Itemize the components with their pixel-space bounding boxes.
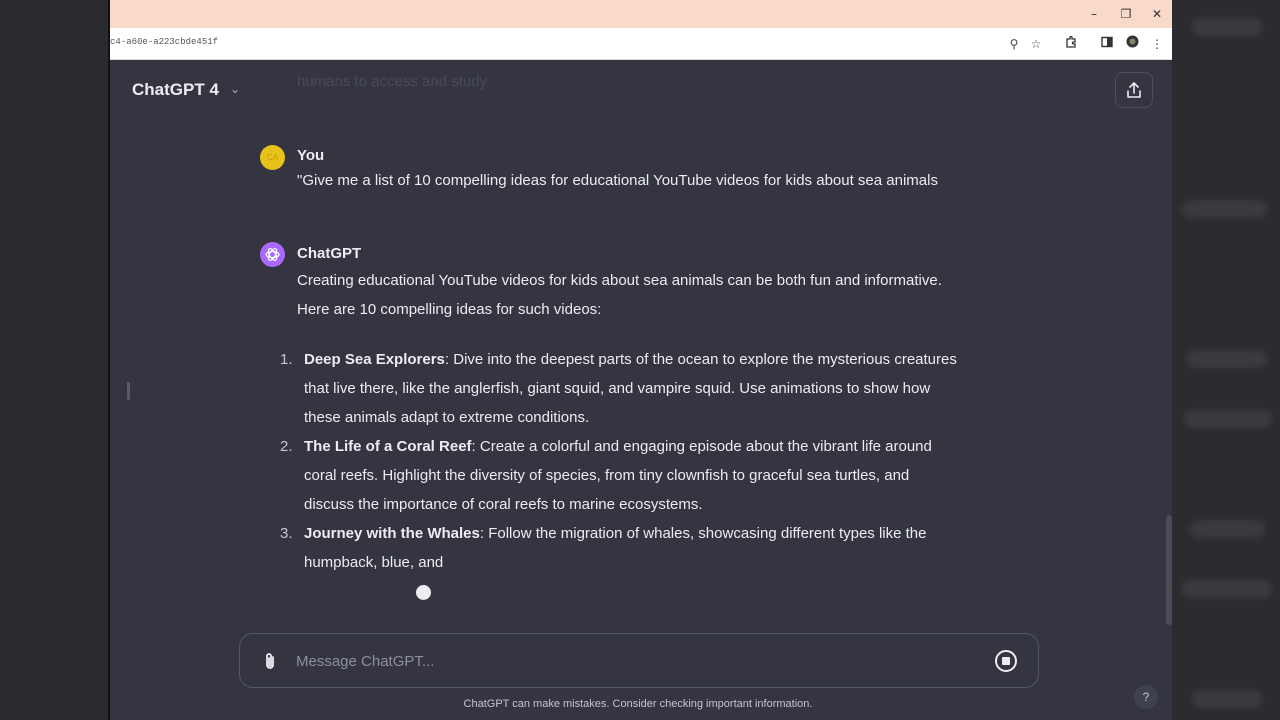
openai-logo-icon (265, 248, 280, 261)
list-item-text: discuss the importance of coral reefs to… (304, 496, 703, 513)
list-item-text: coral reefs. Highlight the diversity of … (304, 467, 910, 484)
paperclip-icon[interactable] (260, 651, 280, 673)
list-item-text: : Follow the migration of whales, showca… (479, 525, 927, 542)
scrollbar[interactable] (1166, 515, 1172, 625)
chevron-down-icon[interactable]: ⌄ (230, 82, 240, 96)
list-item-title: Journey with the Whales (304, 525, 480, 542)
bookmark-star-icon[interactable]: ☆ (1027, 35, 1045, 53)
list-item-title: Deep Sea Explorers (304, 351, 445, 368)
list-number: 1. (280, 351, 293, 368)
list-number: 2. (280, 438, 293, 455)
help-button[interactable]: ? (1134, 685, 1158, 709)
extensions-icon[interactable] (1062, 35, 1080, 53)
zoom-icon[interactable]: ⚲ (1005, 35, 1023, 53)
user-author: You (297, 147, 325, 164)
list-item-title: The Life of a Coral Reef (304, 438, 472, 455)
assistant-intro-line: Creating educational YouTube videos for … (297, 272, 942, 289)
address-bar[interactable]: c4-a60e-a223cbde451f ⚲ ☆ ⋮ (110, 28, 1172, 60)
backdrop-left (0, 0, 108, 720)
sidebar-toggle-handle[interactable] (127, 382, 130, 400)
share-icon (1127, 82, 1141, 98)
list-item-text: humpback, blue, and (304, 554, 444, 571)
url-text[interactable]: c4-a60e-a223cbde451f (110, 37, 218, 47)
backdrop-right (1172, 0, 1280, 720)
title-bar: – ❐ ✕ (110, 0, 1172, 28)
list-line: The Life of a Coral Reef: Create a color… (304, 432, 1010, 461)
composer (239, 633, 1039, 688)
assistant-intro-line: Here are 10 compelling ideas for such vi… (297, 301, 602, 318)
side-panel-icon[interactable] (1098, 35, 1116, 53)
list-line: Journey with the Whales: Follow the migr… (304, 519, 1010, 548)
streaming-cursor (416, 585, 431, 600)
previous-message-text: humans to access and study. (297, 73, 491, 90)
minimize-icon[interactable]: – (1085, 5, 1103, 23)
chat-header: humans to access and study. ChatGPT 4 ⌄ (110, 60, 1172, 120)
list-item: 2. The Life of a Coral Reef: Create a co… (280, 432, 1010, 519)
profile-icon[interactable] (1123, 35, 1141, 53)
disclaimer-text: ChatGPT can make mistakes. Consider chec… (463, 698, 813, 710)
share-button[interactable] (1115, 72, 1153, 108)
assistant-avatar (260, 242, 285, 267)
model-selector[interactable]: ChatGPT 4 (132, 80, 219, 100)
list-line: Deep Sea Explorers: Dive into the deepes… (304, 345, 1010, 374)
list-item-text: that live there, like the anglerfish, gi… (304, 380, 931, 397)
browser-menu-icon[interactable]: ⋮ (1148, 35, 1166, 53)
list-item-text: these animals adapt to extreme condition… (304, 409, 590, 426)
browser-window: – ❐ ✕ c4-a60e-a223cbde451f ⚲ ☆ ⋮ humans … (108, 0, 1172, 720)
user-avatar: CA (260, 145, 285, 170)
close-icon[interactable]: ✕ (1148, 5, 1166, 23)
list-item: 1. Deep Sea Explorers: Dive into the dee… (280, 345, 1010, 432)
restore-icon[interactable]: ❐ (1117, 5, 1135, 23)
list-item-text: : Create a colorful and engaging episode… (471, 438, 932, 455)
list-item-text: : Dive into the deepest parts of the oce… (444, 351, 957, 368)
list-item: 3. Journey with the Whales: Follow the m… (280, 519, 1010, 577)
stop-generating-button[interactable] (995, 650, 1017, 672)
assistant-author: ChatGPT (297, 245, 362, 262)
user-message-text: "Give me a list of 10 compelling ideas f… (297, 172, 938, 189)
ideas-list: 1. Deep Sea Explorers: Dive into the dee… (280, 345, 1010, 577)
stop-icon (1002, 657, 1010, 665)
list-number: 3. (280, 525, 293, 542)
message-input[interactable] (296, 649, 956, 673)
